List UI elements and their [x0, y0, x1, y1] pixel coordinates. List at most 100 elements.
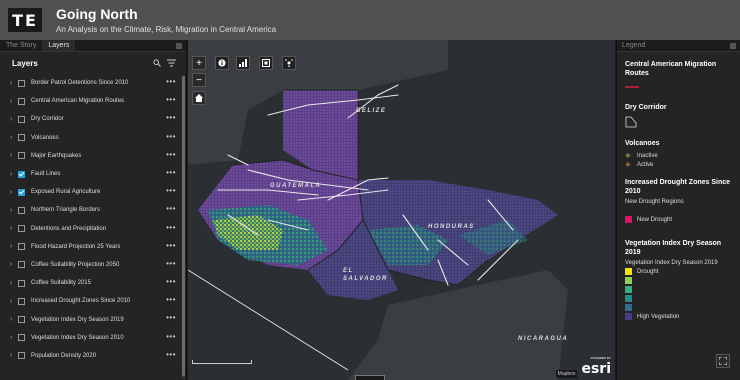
layer-row[interactable]: › Detentions and Precipitation ••• — [0, 220, 182, 238]
layer-options-button[interactable]: ••• — [166, 295, 176, 304]
layer-row[interactable]: › Border Patrol Detentions Since 2010 ••• — [0, 74, 182, 92]
layer-checkbox[interactable] — [18, 115, 25, 123]
layer-row[interactable]: › Dry Corridor ••• — [0, 110, 182, 128]
layer-options-button[interactable]: ••• — [166, 186, 176, 195]
layer-checkbox[interactable] — [18, 316, 25, 324]
layer-label: Dry Corridor — [31, 116, 64, 123]
chart-button[interactable] — [236, 56, 250, 70]
layer-row[interactable]: › Population Density 2020 ••• — [0, 347, 182, 365]
layer-checkbox[interactable] — [18, 152, 25, 160]
layer-options-button[interactable]: ••• — [166, 277, 176, 286]
layer-options-button[interactable]: ••• — [166, 77, 176, 86]
layer-checkbox[interactable] — [18, 79, 25, 87]
layer-row[interactable]: › Coffee Suitability Projection 2050 ••• — [0, 256, 182, 274]
layer-options-button[interactable]: ••• — [166, 113, 176, 122]
layer-options-button[interactable]: ••• — [166, 95, 176, 104]
home-button[interactable] — [192, 91, 206, 105]
layer-row[interactable]: › Central American Migration Routes ••• — [0, 92, 182, 110]
layer-checkbox[interactable] — [18, 225, 25, 233]
zoom-in-button[interactable]: + — [192, 56, 206, 70]
legend-collapse-icon[interactable] — [730, 43, 736, 49]
legend-veg-list: Drought High Vegetation — [625, 267, 732, 321]
layer-checkbox[interactable] — [18, 206, 25, 214]
label-el-salvador-1: EL — [343, 268, 354, 274]
chevron-right-icon[interactable]: › — [10, 280, 16, 287]
layer-row[interactable]: › Fault Lines ••• — [0, 165, 182, 183]
layer-options-button[interactable]: ••• — [166, 132, 176, 141]
legend-veg-item — [625, 285, 732, 294]
chevron-right-icon[interactable]: › — [10, 352, 16, 359]
layer-options-button[interactable]: ••• — [166, 332, 176, 341]
chevron-right-icon[interactable]: › — [10, 261, 16, 268]
layer-options-button[interactable]: ••• — [166, 223, 176, 232]
layer-row[interactable]: › Flood Hazard Projection 25 Years ••• — [0, 238, 182, 256]
layers-title: Layers — [12, 58, 38, 68]
layer-row[interactable]: › Volcanoes ••• — [0, 129, 182, 147]
chevron-right-icon[interactable]: › — [10, 134, 16, 141]
legend-panel: Legend Central American Migration Routes… — [616, 40, 740, 380]
layer-checkbox[interactable] — [18, 261, 25, 269]
layer-row[interactable]: › Exposed Rural Agriculture ••• — [0, 183, 182, 201]
layer-checkbox[interactable] — [18, 279, 25, 287]
chevron-right-icon[interactable]: › — [10, 152, 16, 159]
layer-checkbox[interactable] — [18, 297, 25, 305]
info-button[interactable] — [215, 56, 229, 70]
tab-the-story[interactable]: The Story — [0, 40, 42, 51]
layer-scrollbar-thumb[interactable] — [182, 76, 185, 376]
layer-row[interactable]: › Vegetation Index Dry Season 2010 ••• — [0, 329, 182, 347]
layer-checkbox[interactable] — [18, 352, 25, 360]
zoom-out-button[interactable]: − — [192, 73, 206, 87]
filter-icon[interactable] — [167, 59, 176, 67]
chevron-right-icon[interactable]: › — [10, 80, 16, 87]
chevron-right-icon[interactable]: › — [10, 298, 16, 305]
layer-options-button[interactable]: ••• — [166, 313, 176, 322]
mapbox-attribution[interactable]: Mapbox — [555, 370, 578, 378]
chevron-right-icon[interactable]: › — [10, 243, 16, 250]
veg-swatch — [625, 295, 632, 302]
layer-options-button[interactable]: ••• — [166, 241, 176, 250]
layer-row[interactable]: › Increased Drought Zones Since 2010 ••• — [0, 292, 182, 310]
veg-swatch — [625, 268, 632, 275]
layer-checkbox[interactable] — [18, 188, 25, 196]
chevron-right-icon[interactable]: › — [10, 98, 16, 105]
chevron-right-icon[interactable]: › — [10, 316, 16, 323]
home-icon — [195, 94, 203, 102]
layer-options-button[interactable]: ••• — [166, 259, 176, 268]
app-subtitle: An Analysis on the Climate, Risk, Migrat… — [56, 25, 277, 34]
app-logo[interactable]: TE — [8, 8, 42, 32]
legend-tab-label: Legend — [622, 42, 646, 49]
layer-row[interactable]: › Coffee Suitability 2015 ••• — [0, 274, 182, 292]
layer-checkbox[interactable] — [18, 170, 25, 178]
layer-options-button[interactable]: ••• — [166, 204, 176, 213]
map-view[interactable]: + − BELIZE GUATEMALA HONDURAS EL SALVADO… — [188, 40, 615, 380]
layer-checkbox[interactable] — [18, 134, 25, 142]
fullscreen-button[interactable] — [716, 354, 730, 368]
veg-label: Drought — [637, 268, 659, 275]
layer-checkbox[interactable] — [18, 97, 25, 105]
chevron-right-icon[interactable]: › — [10, 189, 16, 196]
panel-collapse-icon[interactable] — [176, 43, 182, 49]
veg-swatch — [625, 277, 632, 284]
map-bottom-toggle[interactable] — [355, 375, 385, 380]
tab-legend[interactable]: Legend — [617, 40, 740, 52]
layer-row[interactable]: › Northern Triangle Borders ••• — [0, 201, 182, 219]
layer-options-button[interactable]: ••• — [166, 150, 176, 159]
layer-checkbox[interactable] — [18, 243, 25, 251]
locate-button[interactable] — [282, 56, 296, 70]
layer-options-button[interactable]: ••• — [166, 350, 176, 359]
tab-layers[interactable]: Layers — [42, 40, 76, 51]
layer-row[interactable]: › Major Earthquakes ••• — [0, 147, 182, 165]
basemap-button[interactable] — [259, 56, 273, 70]
search-icon[interactable] — [153, 59, 161, 67]
layer-row[interactable]: › Vegetation Index Dry Season 2019 ••• — [0, 310, 182, 328]
layer-options-button[interactable]: ••• — [166, 168, 176, 177]
map-canvas[interactable] — [188, 40, 615, 380]
esri-powered-by: POWERED BY — [590, 356, 611, 360]
chevron-right-icon[interactable]: › — [10, 207, 16, 214]
chevron-right-icon[interactable]: › — [10, 225, 16, 232]
chevron-right-icon[interactable]: › — [10, 116, 16, 123]
chevron-right-icon[interactable]: › — [10, 334, 16, 341]
chevron-right-icon[interactable]: › — [10, 171, 16, 178]
layer-checkbox[interactable] — [18, 334, 25, 342]
legend-volcano-active: ✳ Active — [625, 161, 654, 169]
